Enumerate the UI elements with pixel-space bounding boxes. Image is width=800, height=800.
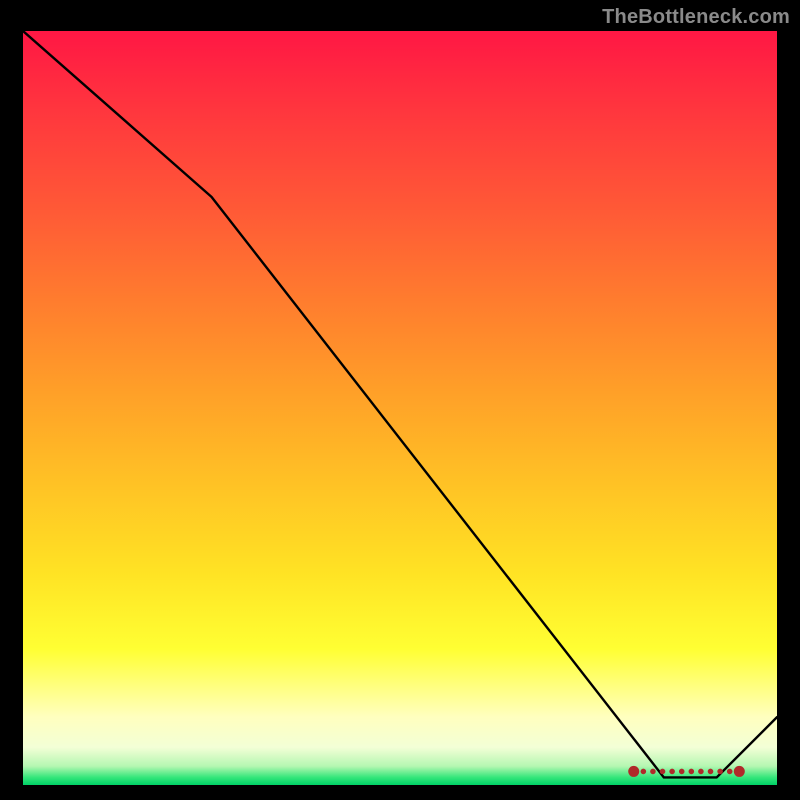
plot-area: [23, 31, 777, 785]
attribution-label: TheBottleneck.com: [602, 6, 790, 29]
chart-frame: TheBottleneck.com: [0, 0, 800, 800]
